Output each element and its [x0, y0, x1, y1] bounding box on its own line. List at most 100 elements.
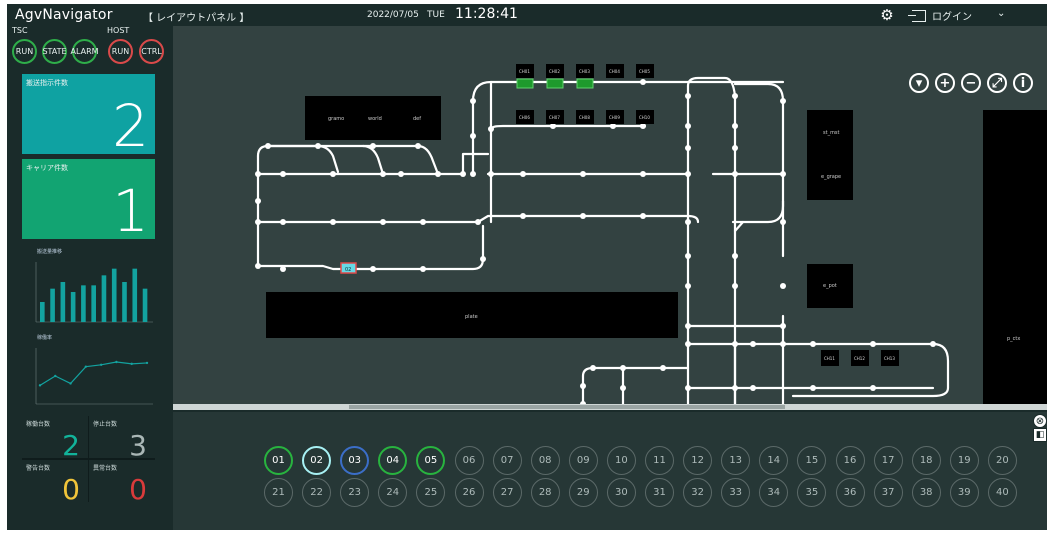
day-of-week: TUE — [427, 10, 445, 20]
map-scrollbar-thumb[interactable] — [349, 405, 785, 409]
bar — [50, 288, 55, 322]
bar — [81, 285, 86, 322]
host-run-button[interactable]: RUN — [108, 39, 133, 64]
equipment-box-right-1 — [807, 110, 853, 200]
login-button[interactable]: ログイン — [908, 8, 972, 23]
vehicle-button-34[interactable]: 34 — [759, 478, 789, 507]
login-icon — [908, 9, 926, 22]
chevron-down-icon[interactable]: ⌄ — [997, 8, 1005, 19]
port-label: CH01 — [519, 69, 530, 74]
vehicle-button-15[interactable]: 15 — [797, 446, 827, 475]
bar-chart-title: 搬送量推移 — [37, 249, 63, 255]
vehicle-button-27[interactable]: 27 — [492, 478, 522, 507]
vehicle-button-12[interactable]: 12 — [683, 446, 713, 475]
port-label: CH07 — [549, 115, 560, 120]
equipment-label-right-1a: st_mst — [823, 130, 840, 136]
vehicle-button-32[interactable]: 32 — [683, 478, 713, 507]
line-point — [145, 361, 149, 365]
tsc-alarm-button[interactable]: ALARM — [70, 39, 99, 64]
vehicle-button-40[interactable]: 40 — [987, 478, 1017, 507]
vehicle-button-35[interactable]: 35 — [797, 478, 827, 507]
vehicle-button-21[interactable]: 21 — [264, 478, 293, 507]
bar — [132, 268, 138, 322]
port-label: CH09 — [609, 115, 620, 120]
equipment-label-center: plate — [465, 314, 478, 320]
line-point — [54, 374, 57, 378]
vehicle-button-31[interactable]: 31 — [645, 478, 674, 507]
kpi-value: 1 — [112, 177, 149, 245]
bar-chart — [35, 262, 153, 323]
close-icon[interactable]: ⊗ — [1033, 414, 1047, 428]
bar — [122, 282, 127, 322]
port-label: CH02 — [549, 69, 560, 74]
vehicle-button-19[interactable]: 19 — [949, 446, 979, 475]
vehicle-button-07[interactable]: 07 — [492, 446, 522, 475]
vehicle-button-17[interactable]: 17 — [873, 446, 903, 475]
kpi-title: 搬送指示件数 — [26, 79, 68, 87]
layout-map[interactable]: gramo world def plate st_mst e_grape e_p… — [173, 26, 1047, 404]
line-point — [69, 382, 72, 385]
zoom-out-button[interactable]: − — [961, 73, 981, 93]
line-point — [84, 365, 88, 368]
equipment-label-right-1b: e_grape — [821, 174, 841, 180]
vehicle-button-11[interactable]: 11 — [645, 446, 674, 475]
port-row-1: CH01 CH02 CH03 CH04 CH05 — [516, 64, 654, 89]
vehicle-button-09[interactable]: 09 — [568, 446, 598, 475]
vehicle-button-01[interactable]: 01 — [264, 446, 293, 475]
vehicle-button-10[interactable]: 10 — [606, 446, 636, 475]
tsc-run-button[interactable]: RUN — [12, 39, 37, 64]
top-bar: AgvNavigator 【 レイアウトパネル 】 2022/07/05 TUE… — [7, 4, 1047, 26]
equipment-label-far-right: p_ctx — [1007, 336, 1020, 342]
stat-running: 稼働台数 2 — [22, 416, 88, 462]
vehicle-button-33[interactable]: 33 — [721, 478, 751, 507]
bar — [70, 292, 76, 322]
dropdown-toggle-button[interactable]: ▾ — [909, 73, 929, 93]
vehicle-button-16[interactable]: 16 — [835, 446, 865, 475]
vehicle-button-03[interactable]: 03 — [340, 446, 370, 475]
app-brand: AgvNavigator — [15, 7, 113, 23]
port-row-2: CH06 CH07 CH08 CH09 CH10 — [516, 110, 654, 124]
kpi-carrier-count: キャリア件数 1 — [22, 159, 155, 245]
vehicle-button-29[interactable]: 29 — [568, 478, 598, 507]
vehicle-button-14[interactable]: 14 — [759, 446, 789, 475]
host-ctrl-button[interactable]: CTRL — [139, 39, 164, 64]
vehicle-button-05[interactable]: 05 — [416, 446, 446, 475]
stat-value: 3 — [129, 429, 147, 462]
zoom-in-button[interactable]: + — [935, 73, 955, 93]
vehicle-button-08[interactable]: 08 — [530, 446, 560, 475]
vehicle-button-25[interactable]: 25 — [416, 478, 446, 507]
vehicle-button-30[interactable]: 30 — [606, 478, 636, 507]
bar — [91, 285, 96, 322]
vehicle-button-23[interactable]: 23 — [340, 478, 370, 507]
stat-warning: 警告台数 0 — [22, 460, 88, 506]
bar — [101, 275, 107, 322]
vehicle-button-04[interactable]: 04 — [378, 446, 408, 475]
vehicle-button-39[interactable]: 39 — [949, 478, 979, 507]
kpi-transfer-count: 搬送指示件数 2 — [22, 74, 155, 160]
stat-title: 停止台数 — [93, 421, 118, 428]
vehicle-button-28[interactable]: 28 — [530, 478, 560, 507]
stat-value: 0 — [129, 473, 147, 506]
info-button[interactable]: i — [1013, 73, 1033, 93]
vehicle-button-26[interactable]: 26 — [454, 478, 484, 507]
vehicle-button-06[interactable]: 06 — [454, 446, 484, 475]
vehicle-button-24[interactable]: 24 — [378, 478, 408, 507]
port-label: CH05 — [639, 69, 650, 74]
vehicle-button-13[interactable]: 13 — [721, 446, 751, 475]
fit-view-button[interactable]: ⤢ — [987, 73, 1007, 93]
gear-icon[interactable]: ⚙ — [879, 7, 895, 23]
tsc-state-button[interactable]: STATE — [42, 39, 67, 64]
vehicle-button-38[interactable]: 38 — [911, 478, 941, 507]
bar — [142, 288, 148, 322]
line-point — [115, 360, 118, 364]
vehicle-button-37[interactable]: 37 — [873, 478, 903, 507]
panel-title: 【 レイアウトパネル 】 — [143, 13, 250, 24]
vehicle-button-20[interactable]: 20 — [987, 446, 1017, 475]
stat-value: 0 — [62, 473, 80, 506]
equipment-box-far-right — [983, 110, 1047, 404]
vehicle-button-02[interactable]: 02 — [302, 446, 332, 475]
panel-toggle-icon[interactable]: ◧ — [1033, 428, 1047, 442]
vehicle-button-22[interactable]: 22 — [302, 478, 332, 507]
vehicle-button-18[interactable]: 18 — [911, 446, 941, 475]
vehicle-button-36[interactable]: 36 — [835, 478, 865, 507]
